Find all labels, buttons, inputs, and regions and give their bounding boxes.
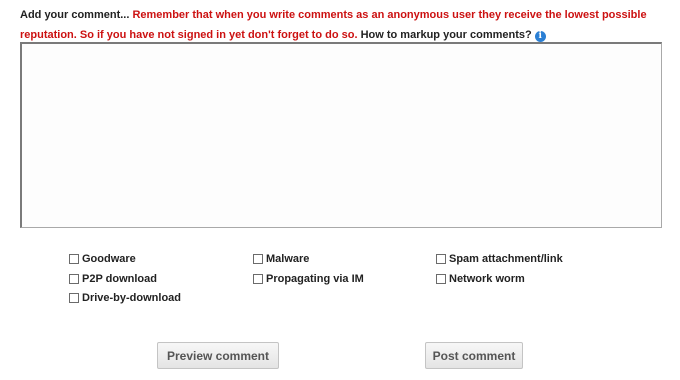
im-label: Propagating via IM (266, 273, 364, 285)
category-spam[interactable]: Spam attachment/link (436, 252, 563, 266)
comment-instructions: Add your comment... Remember that when y… (20, 5, 665, 45)
p2p-checkbox[interactable] (69, 274, 79, 284)
category-malware[interactable]: Malware (253, 252, 309, 266)
p2p-label: P2P download (82, 273, 157, 285)
goodware-checkbox[interactable] (69, 254, 79, 264)
category-p2p[interactable]: P2P download (69, 272, 157, 286)
malware-label: Malware (266, 253, 310, 265)
spam-checkbox[interactable] (436, 254, 446, 264)
markup-help-link[interactable]: How to markup your comments? (361, 29, 532, 41)
post-comment-button[interactable]: Post comment (425, 342, 523, 369)
malware-checkbox[interactable] (253, 254, 263, 264)
category-worm[interactable]: Network worm (436, 272, 525, 286)
category-goodware[interactable]: Goodware (69, 252, 136, 266)
goodware-label: Goodware (82, 253, 136, 265)
im-checkbox[interactable] (253, 274, 263, 284)
spam-label: Spam attachment/link (449, 253, 563, 265)
info-icon[interactable]: i (534, 31, 546, 42)
driveby-checkbox[interactable] (69, 293, 79, 303)
worm-checkbox[interactable] (436, 274, 446, 284)
comment-textarea[interactable] (20, 42, 662, 228)
driveby-label: Drive-by-download (82, 292, 182, 304)
comment-lead: Add your comment... (20, 9, 130, 21)
worm-label: Network worm (449, 273, 525, 285)
category-driveby[interactable]: Drive-by-download (69, 291, 181, 305)
category-im[interactable]: Propagating via IM (253, 272, 364, 286)
preview-comment-button[interactable]: Preview comment (157, 342, 279, 369)
